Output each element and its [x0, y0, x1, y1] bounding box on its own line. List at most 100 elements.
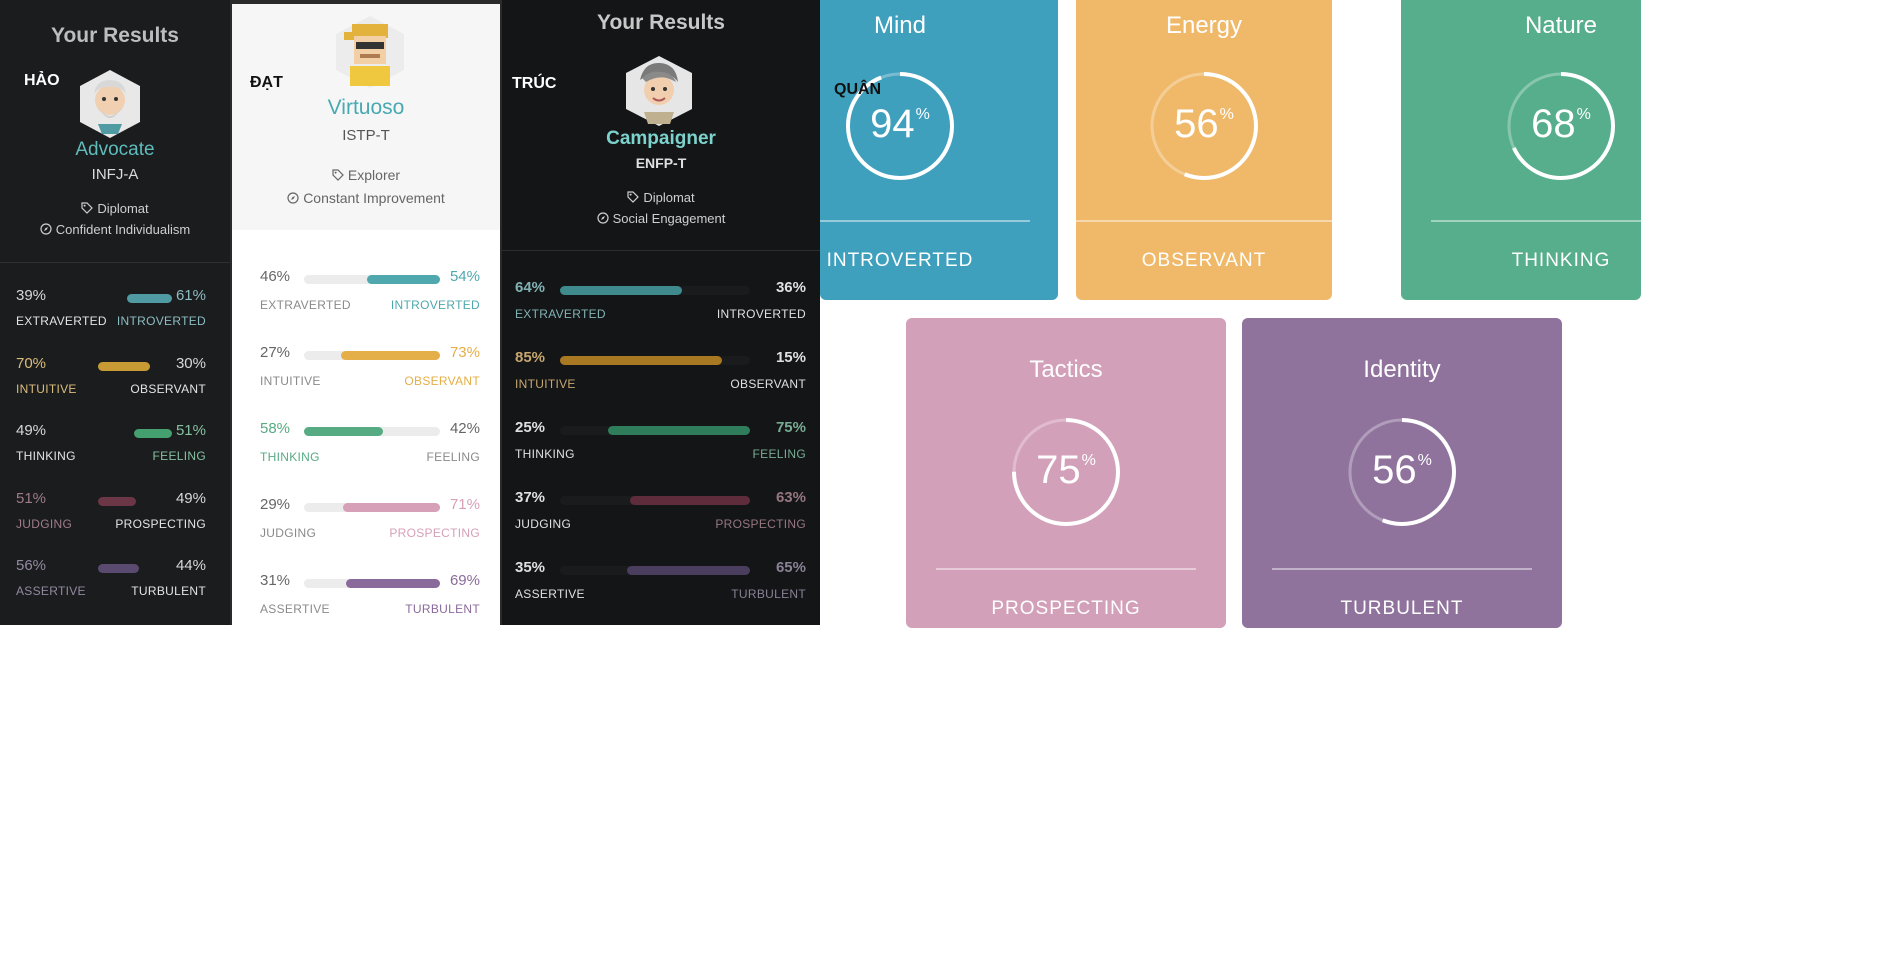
name-tag: QUÂN: [834, 81, 882, 98]
percent-unit: %: [1081, 452, 1096, 469]
card-divider: [1431, 220, 1641, 222]
percent-value: 94: [870, 102, 915, 146]
card-divider: [820, 220, 1030, 222]
right-trait-label: OBSERVANT: [730, 377, 806, 391]
trait-bar-fill: [98, 564, 140, 573]
divider: [0, 262, 230, 263]
left-percent: 70%: [16, 354, 47, 372]
card-title: Tactics: [1029, 356, 1103, 383]
right-trait-label: TURBULENT: [131, 584, 206, 598]
role-row: Diplomat: [502, 190, 820, 205]
left-trait-label: JUDGING: [16, 516, 73, 531]
trait-bar-track: [304, 275, 440, 284]
card-percent: 94%: [840, 102, 960, 147]
left-percent: 39%: [16, 287, 47, 304]
trait-card-nature: Nature 68% THINKING: [1401, 0, 1641, 300]
left-percent: 35%: [515, 559, 546, 576]
trait-bar-fill: [340, 351, 440, 360]
trait-card-tactics: Tactics 75% PROSPECTING: [906, 318, 1226, 628]
trait-row-introverted: 46% 54% EXTRAVERTED INTROVERTED: [260, 268, 480, 312]
card-trait-label: OBSERVANT: [1141, 250, 1267, 271]
card-divider: [1076, 220, 1332, 222]
trait-bar-track: [304, 427, 440, 436]
compass-icon: [287, 192, 299, 204]
percent-unit: %: [1576, 106, 1591, 123]
type-name: Advocate: [75, 139, 155, 160]
right-percent: 69%: [449, 572, 480, 589]
trait-row-prospecting: 29% 71% JUDGING PROSPECTING: [260, 496, 480, 540]
left-trait-label: THINKING: [515, 447, 575, 461]
trait-bar-fill: [98, 361, 150, 371]
card-divider: [936, 568, 1196, 570]
right-trait-label: PROSPECTING: [715, 517, 806, 531]
card-title: Nature: [1524, 12, 1598, 39]
trait-row-turbulent: 31% 69% ASSERTIVE TURBULENT: [260, 572, 480, 616]
percent-unit: %: [1219, 106, 1234, 123]
results-title: Your Results: [597, 11, 725, 34]
right-percent: 44%: [175, 557, 206, 574]
left-trait-label: THINKING: [260, 450, 320, 464]
compass-icon: [40, 223, 52, 235]
card-percent: 75%: [1006, 448, 1126, 493]
trait-row-prospecting: 51% 49% JUDGING PROSPECTING: [16, 490, 206, 534]
card-title: Energy: [1165, 12, 1243, 39]
right-percent: 65%: [775, 559, 806, 576]
trait-row-turbulent: 56% 44% ASSERTIVE TURBULENT: [16, 557, 206, 601]
trait-bar-fill: [626, 566, 750, 575]
name-tag: HẢO: [24, 72, 60, 89]
percent-unit: %: [915, 106, 930, 123]
avatar-virtuoso: [330, 14, 404, 88]
trait-bar-track: [560, 286, 750, 295]
right-percent: 49%: [175, 489, 206, 507]
left-trait-label: ASSERTIVE: [260, 602, 330, 616]
trait-row-observant: 85% 15% INTUITIVE OBSERVANT: [515, 349, 806, 393]
right-percent: 51%: [175, 422, 206, 439]
trait-card-identity: Identity 56% TURBULENT: [1242, 318, 1562, 628]
tag-icon: [332, 169, 344, 181]
left-trait-label: JUDGING: [260, 526, 317, 540]
type-name: Virtuoso: [327, 96, 405, 119]
left-trait-label: ASSERTIVE: [515, 587, 585, 601]
left-percent: 56%: [16, 557, 47, 574]
trait-bar-fill: [126, 294, 172, 303]
left-percent: 27%: [260, 344, 291, 361]
card-percent: 56%: [1342, 448, 1462, 493]
card-title: Identity: [1363, 356, 1441, 383]
result-panel-hao: Your Results HẢO Advocate INFJ-A Diploma…: [0, 0, 230, 625]
left-trait-label: INTUITIVE: [515, 377, 576, 391]
trait-row-turbulent: 35% 65% ASSERTIVE TURBULENT: [515, 559, 806, 603]
trait-row-introverted: 64% 36% EXTRAVERTED INTROVERTED: [515, 279, 806, 323]
right-percent: 54%: [449, 268, 480, 285]
trait-bar-fill: [304, 427, 383, 436]
left-percent: 64%: [515, 279, 546, 296]
trait-bar-fill: [630, 496, 750, 505]
right-trait-label: FEELING: [152, 449, 206, 463]
percent-value: 68: [1531, 102, 1576, 146]
card-percent: 68%: [1501, 102, 1621, 147]
left-percent: 31%: [260, 572, 291, 589]
right-trait-label: INTROVERTED: [116, 314, 206, 328]
left-percent: 46%: [260, 268, 291, 285]
right-trait-label: PROSPECTING: [115, 516, 206, 531]
trait-row-feeling: 58% 42% THINKING FEELING: [260, 420, 480, 464]
trait-row-feeling: 49% 51% THINKING FEELING: [16, 422, 206, 466]
right-percent: 30%: [175, 354, 206, 372]
right-trait-label: FEELING: [426, 450, 480, 464]
avatar-advocate: [74, 68, 146, 140]
right-trait-label: TURBULENT: [731, 587, 806, 601]
results-title: Your Results: [51, 24, 179, 47]
name-tag: TRÚC: [512, 75, 557, 92]
trait-bar-track: [560, 426, 750, 435]
left-percent: 25%: [515, 419, 546, 436]
trait-bar-fill: [343, 503, 440, 512]
compass-icon: [597, 212, 609, 224]
trait-bar-fill: [98, 496, 136, 506]
trait-bar-track: [98, 564, 172, 573]
right-trait-label: TURBULENT: [405, 602, 480, 616]
strategy-label: Social Engagement: [612, 211, 726, 226]
left-percent: 29%: [260, 496, 291, 513]
right-trait-label: OBSERVANT: [130, 381, 206, 396]
right-trait-label: PROSPECTING: [389, 526, 480, 540]
right-trait-label: FEELING: [752, 447, 806, 461]
trait-bar-fill: [346, 579, 440, 588]
